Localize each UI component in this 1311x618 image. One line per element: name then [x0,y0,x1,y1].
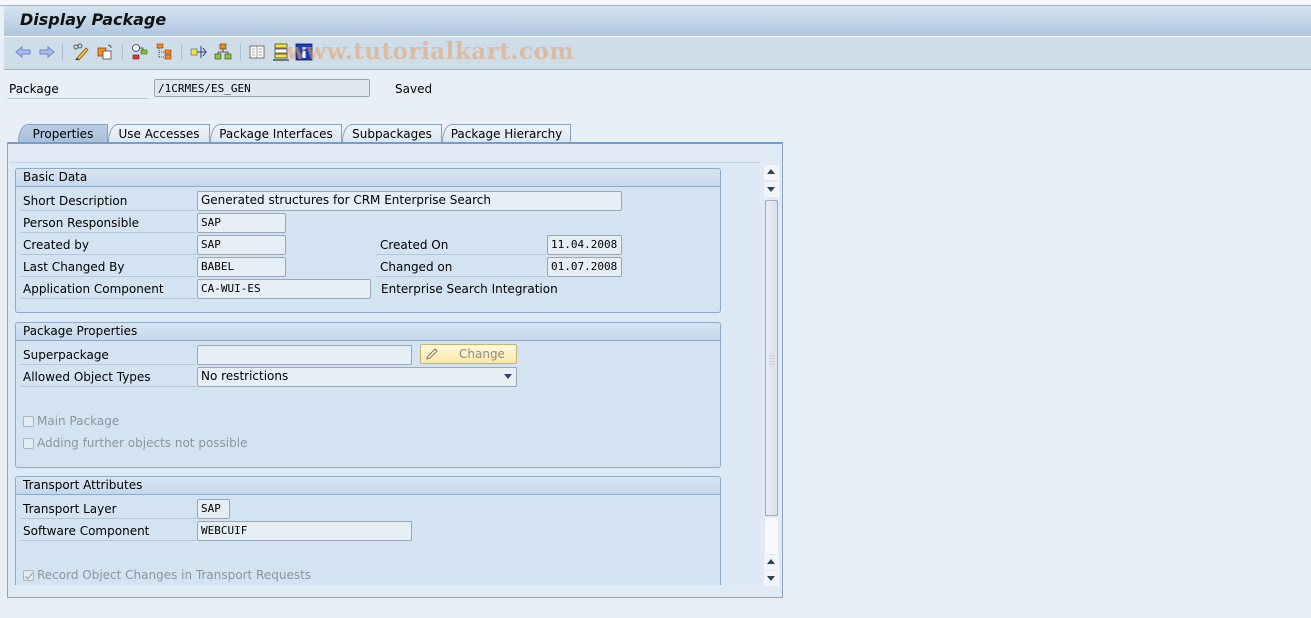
label-underline [20,276,196,277]
toolbar-separator [181,44,182,60]
no-further-objects-checkbox[interactable] [23,438,34,449]
change-button-label: Change [459,347,505,361]
label-underline [20,254,196,255]
person-responsible-field[interactable]: SAP [197,213,286,233]
record-changes-checkbox[interactable] [23,570,34,581]
last-changed-by-field[interactable]: BABEL [197,257,286,277]
short-description-label: Short Description [23,194,128,208]
scroll-page-up-button[interactable] [764,555,779,570]
allowed-object-types-label: Allowed Object Types [23,370,151,384]
application-component-label: Application Component [23,282,164,296]
hierarchy-icon[interactable] [214,43,232,61]
object-list-icon[interactable] [155,43,173,61]
vertical-scrollbar[interactable]: :::: [763,162,780,586]
documentation-icon[interactable] [248,43,266,61]
created-by-field[interactable]: SAP [197,235,286,255]
label-underline [20,386,196,387]
label-underline [7,98,149,99]
forward-arrow-icon[interactable] [38,43,56,61]
main-package-label: Main Package [37,414,120,428]
changed-on-field[interactable]: 01.07.2008 [547,257,622,277]
transport-icon[interactable] [272,43,290,61]
created-by-label: Created by [23,238,90,252]
other-object-icon[interactable] [96,43,114,61]
last-changed-by-label: Last Changed By [23,260,125,274]
tab-panel-properties: Basic Data Short Description Generated s… [7,142,783,598]
tab-package-interfaces[interactable]: Package Interfaces [210,124,342,143]
grip-icon: :::: [769,352,775,367]
scroll-content: Basic Data Short Description Generated s… [10,162,760,585]
title-bar: Display Package [4,6,1311,37]
back-arrow-icon[interactable] [14,43,32,61]
label-underline [376,276,546,277]
status-text: Saved [395,82,433,96]
where-used-icon[interactable] [190,43,208,61]
no-further-objects-label: Adding further objects not possible [37,436,248,450]
group-title: Transport Attributes [16,477,720,495]
label-underline [20,232,196,233]
group-transport-attributes: Transport Attributes Transport Layer SAP… [15,476,721,585]
superpackage-field[interactable] [197,345,412,365]
info-icon[interactable] [295,43,313,61]
label-underline [376,254,546,255]
page-title: Display Package [20,10,167,29]
group-title: Package Properties [16,323,720,341]
tab-package-hierarchy[interactable]: Package Hierarchy [442,124,571,143]
superpackage-label: Superpackage [23,348,109,362]
scroll-down-button[interactable] [764,182,779,197]
record-changes-label: Record Object Changes in Transport Reque… [37,568,312,582]
toolbar-separator [122,44,123,60]
scrollbar-track[interactable] [765,518,778,554]
package-field[interactable]: /1CRMES/ES_GEN [154,79,370,97]
watermark-text: www.tutorialkart.com [286,38,575,65]
transport-layer-label: Transport Layer [23,502,117,516]
scrollbar-thumb[interactable]: :::: [765,200,778,516]
display-change-icon[interactable] [72,43,90,61]
change-button[interactable]: Change [420,344,517,364]
toolbar-separator [62,44,63,60]
toolbar-separator [240,44,241,60]
created-on-label: Created On [380,238,449,252]
software-component-label: Software Component [23,524,150,538]
label-underline [20,364,196,365]
tab-use-accesses[interactable]: Use Accesses [108,124,210,143]
group-title: Basic Data [16,169,720,187]
transport-layer-field[interactable]: SAP [197,499,230,519]
group-package-properties: Package Properties Superpackage Change A… [15,322,721,468]
allowed-object-types-dropdown[interactable]: No restrictions [197,367,517,387]
chevron-down-icon [504,374,512,379]
scroll-up-button[interactable] [764,165,779,180]
tab-properties[interactable]: Properties [18,124,108,143]
label-underline [20,518,196,519]
activate-icon[interactable] [131,43,149,61]
package-label: Package [9,82,59,96]
application-component-field[interactable]: CA-WUI-ES [197,279,371,299]
application-toolbar: www.tutorialkart.com [4,37,1311,70]
pencil-icon [426,348,438,360]
allowed-object-types-value: No restrictions [201,369,289,383]
main-package-checkbox[interactable] [23,416,34,427]
short-description-field[interactable]: Generated structures for CRM Enterprise … [197,191,622,211]
group-basic-data: Basic Data Short Description Generated s… [15,168,721,313]
scroll-page-down-button[interactable] [764,571,779,586]
label-underline [20,298,196,299]
label-underline [20,540,196,541]
created-on-field[interactable]: 11.04.2008 [547,235,622,255]
person-responsible-label: Person Responsible [23,216,140,230]
changed-on-label: Changed on [380,260,453,274]
label-underline [20,210,196,211]
application-component-text: Enterprise Search Integration [381,282,558,296]
tab-subpackages[interactable]: Subpackages [342,124,442,143]
software-component-field[interactable]: WEBCUIF [197,521,412,541]
